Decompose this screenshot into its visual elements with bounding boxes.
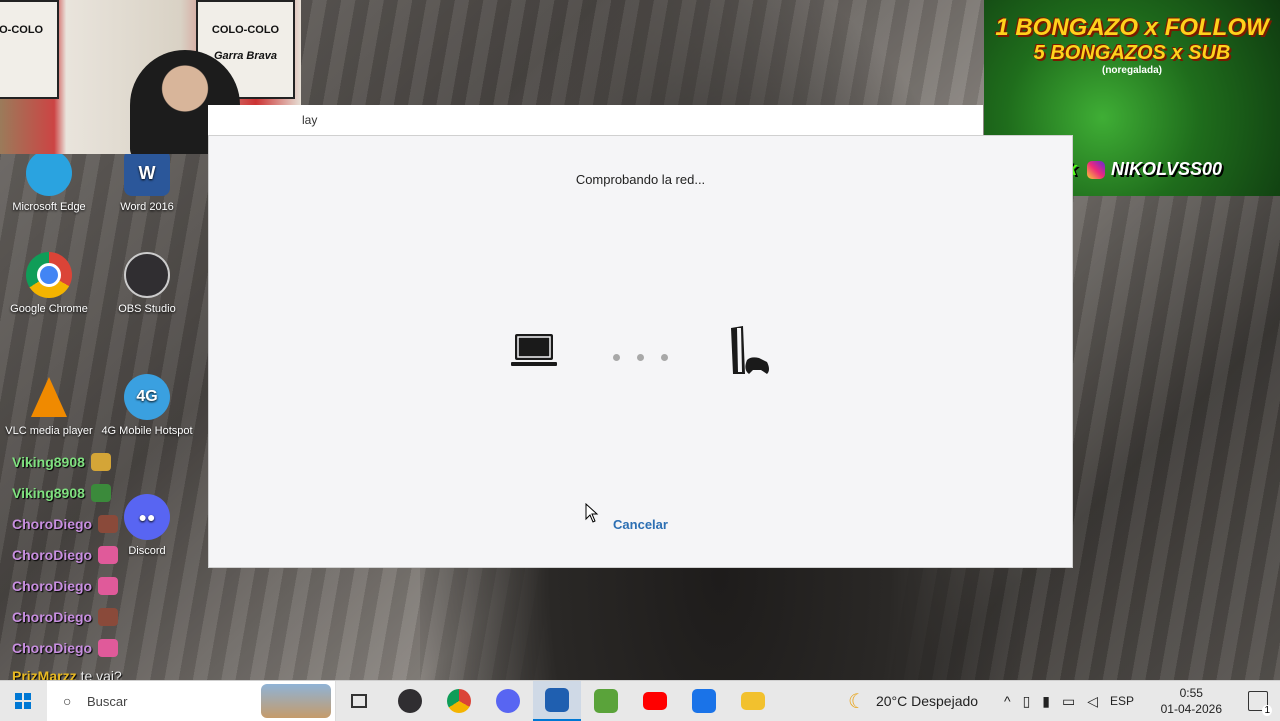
chat-message: ChoroDiego bbox=[12, 539, 212, 570]
taskbar-discord[interactable] bbox=[484, 681, 532, 721]
language-indicator[interactable]: ESP bbox=[1110, 694, 1134, 708]
network-icon[interactable]: ▭ bbox=[1062, 693, 1075, 710]
search-box[interactable]: ○ Buscar bbox=[47, 681, 336, 721]
chat-message: ChoroDiego bbox=[12, 508, 212, 539]
taskbar-remote-play[interactable] bbox=[533, 681, 581, 721]
desktop-icon-edge[interactable]: Microsoft Edge bbox=[0, 150, 98, 214]
playstation-console-icon bbox=[731, 326, 769, 374]
instagram-icon bbox=[1087, 161, 1105, 180]
file-explorer-icon bbox=[741, 692, 765, 710]
emote-photo bbox=[98, 607, 119, 626]
emote-pink bbox=[98, 545, 119, 564]
chat-message: ChoroDiego bbox=[12, 632, 212, 663]
emote-face bbox=[90, 452, 111, 471]
search-highlight-image bbox=[261, 684, 331, 718]
chat-message: ChoroDiego bbox=[12, 570, 212, 601]
notification-center-button[interactable]: 1 bbox=[1248, 691, 1272, 716]
obs-icon bbox=[124, 252, 170, 298]
flag-left: COLO-COLO bbox=[0, 0, 59, 99]
emote-face-2 bbox=[90, 483, 111, 502]
volume-icon[interactable]: ◁ bbox=[1087, 693, 1098, 710]
cancel-button[interactable]: Cancelar bbox=[209, 517, 1072, 532]
battery-icon[interactable]: ▯ bbox=[1023, 693, 1031, 710]
emote-pink bbox=[98, 638, 119, 657]
status-text: Comprobando la red... bbox=[575, 172, 706, 187]
taskbar-chrome[interactable] bbox=[435, 681, 483, 721]
stream-chat: Viking8908 Viking8908 ChoroDiego ChoroDi… bbox=[12, 446, 212, 689]
hotspot-icon: 4G bbox=[124, 374, 170, 420]
taskbar: ○ Buscar ☾ 20°C Despejado ^ ▯ ▮ ▭ ◁ ESP … bbox=[0, 680, 1280, 721]
taskbar-store[interactable] bbox=[680, 681, 728, 721]
clock[interactable]: 0:55 01-04-2026 bbox=[1161, 685, 1222, 717]
moon-icon: ☾ bbox=[848, 690, 866, 713]
desktop-icon-hotspot[interactable]: 4G 4G Mobile Hotspot bbox=[98, 374, 196, 438]
connection-diagram bbox=[509, 326, 769, 376]
desktop-icon-word[interactable]: W Word 2016 bbox=[98, 150, 196, 214]
taskbar-minecraft[interactable] bbox=[582, 681, 630, 721]
youtube-taskbar-icon bbox=[643, 692, 667, 710]
remote-play-taskbar-icon bbox=[545, 688, 569, 712]
chrome-icon bbox=[26, 252, 72, 298]
progress-dots bbox=[613, 348, 685, 366]
minecraft-taskbar-icon bbox=[594, 689, 618, 713]
word-icon: W bbox=[124, 150, 170, 196]
vlc-cone-icon bbox=[26, 374, 72, 420]
task-view-icon bbox=[351, 694, 367, 708]
obs-taskbar-icon bbox=[398, 689, 422, 713]
desktop-icon-vlc[interactable]: VLC media player bbox=[0, 374, 98, 438]
task-view-button[interactable] bbox=[335, 681, 383, 721]
chat-message: Viking8908 bbox=[12, 477, 212, 508]
window-titlebar[interactable]: lay bbox=[208, 105, 983, 136]
emote-pink bbox=[98, 576, 119, 595]
emote-photo bbox=[98, 514, 119, 533]
taskbar-obs[interactable] bbox=[386, 681, 434, 721]
store-taskbar-icon bbox=[692, 689, 716, 713]
remote-play-dialog: Comprobando la red... Cancelar bbox=[208, 135, 1073, 568]
chat-message: Viking8908 bbox=[12, 446, 212, 477]
laptop-icon bbox=[511, 334, 557, 366]
start-button[interactable] bbox=[0, 681, 46, 721]
system-tray: ^ ▯ ▮ ▭ ◁ ESP bbox=[1004, 681, 1134, 721]
chevron-up-icon[interactable]: ^ bbox=[1004, 693, 1011, 709]
taskbar-file-explorer[interactable] bbox=[729, 681, 777, 721]
mouse-cursor-icon bbox=[585, 503, 599, 523]
edge-icon bbox=[26, 150, 72, 196]
search-icon: ○ bbox=[63, 693, 72, 709]
discord-taskbar-icon bbox=[496, 689, 520, 713]
desktop-icon-chrome[interactable]: Google Chrome bbox=[0, 252, 98, 316]
desktop-icon-obs[interactable]: OBS Studio bbox=[98, 252, 196, 316]
taskbar-youtube[interactable] bbox=[631, 681, 679, 721]
chat-message: ChoroDiego bbox=[12, 601, 212, 632]
weather-widget[interactable]: ☾ 20°C Despejado bbox=[848, 681, 978, 721]
windows-logo-icon bbox=[15, 693, 31, 709]
microphone-icon[interactable]: ▮ bbox=[1042, 693, 1050, 710]
chrome-taskbar-icon bbox=[447, 689, 471, 713]
